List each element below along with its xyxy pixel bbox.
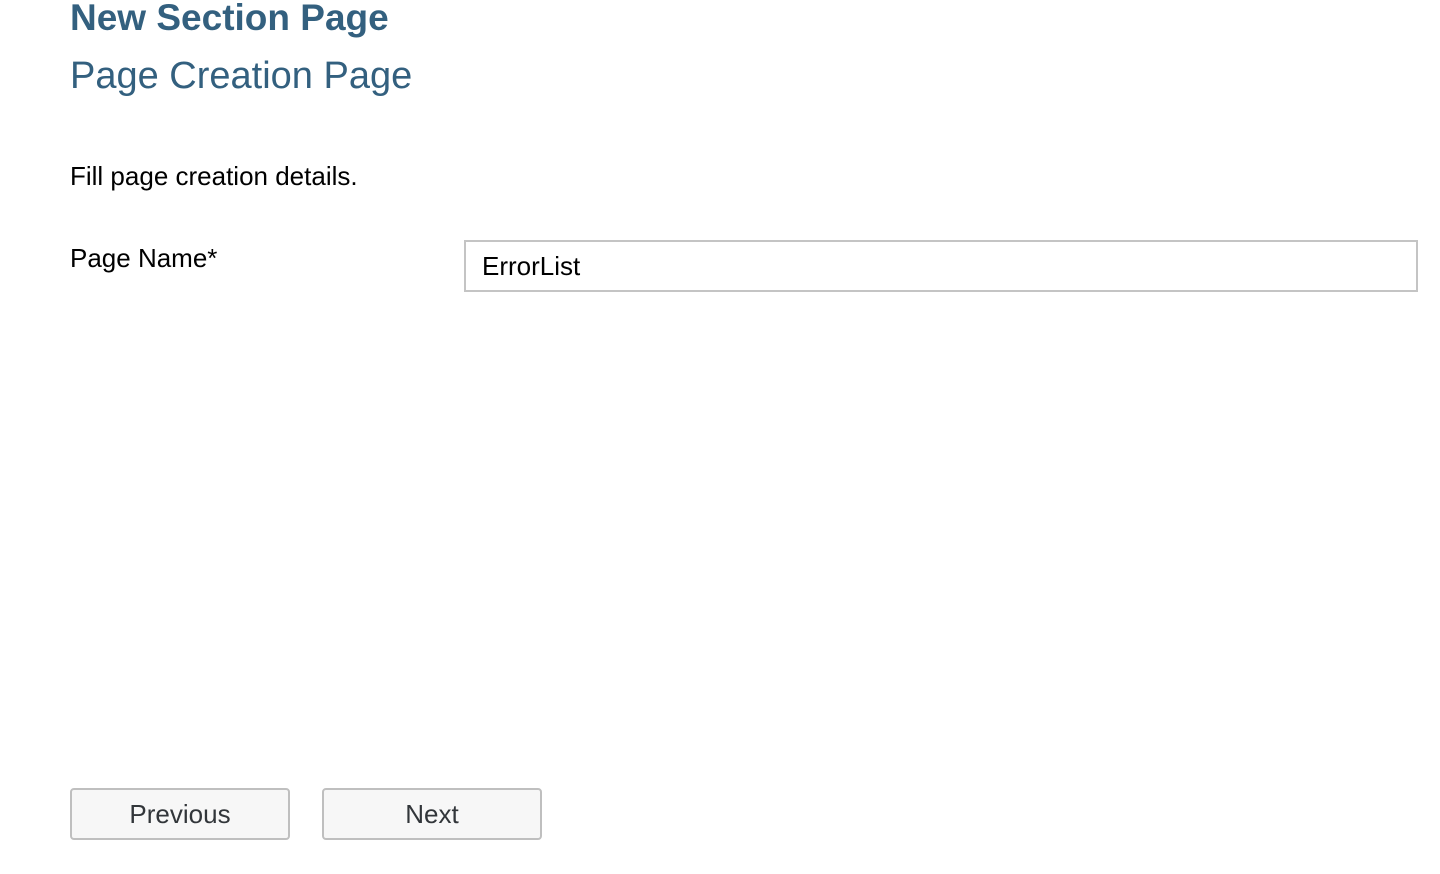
- instructions-text: Fill page creation details.: [70, 161, 358, 191]
- page-name-input[interactable]: [464, 240, 1418, 292]
- page-subtitle: Page Creation Page: [70, 55, 413, 97]
- page-name-label: Page Name*: [70, 243, 218, 273]
- page-title: New Section Page: [70, 0, 389, 38]
- next-button[interactable]: Next: [322, 788, 542, 840]
- previous-button[interactable]: Previous: [70, 788, 290, 840]
- page-creation-wizard: New Section Page Page Creation Page Fill…: [0, 0, 1440, 874]
